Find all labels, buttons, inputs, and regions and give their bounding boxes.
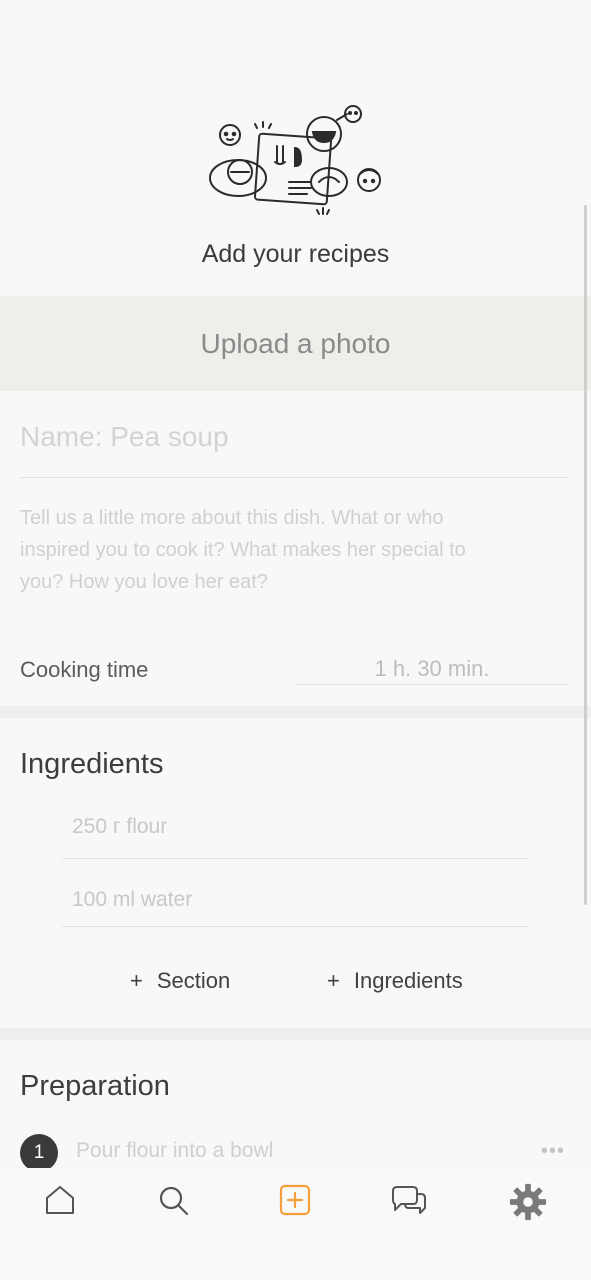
search-icon xyxy=(159,1186,189,1216)
add-ingredients-label: Ingredients xyxy=(353,968,463,993)
upload-photo-button[interactable]: Upload a photo xyxy=(0,296,591,391)
section-divider xyxy=(0,1028,591,1040)
gear-icon xyxy=(509,1183,547,1221)
section-divider xyxy=(0,706,591,718)
plus-icon: + xyxy=(130,968,143,993)
step-number-badge: 1 xyxy=(20,1134,58,1172)
step-more-menu[interactable]: ••• xyxy=(541,1140,565,1163)
ingredient-item[interactable]: 100 ml water xyxy=(72,888,192,912)
add-recipe-icon xyxy=(279,1184,311,1216)
add-ingredients-button[interactable]: + Ingredients xyxy=(327,968,463,994)
ingredient-underline xyxy=(62,858,528,859)
recipe-name-input[interactable]: Name: Pea soup xyxy=(20,421,568,453)
name-underline xyxy=(20,477,568,478)
cooking-time-label: Cooking time xyxy=(20,657,149,682)
step-input[interactable]: Pour flour into a bowl xyxy=(76,1139,273,1163)
description-input[interactable]: Tell us a little more about this dish. W… xyxy=(20,502,490,598)
ingredient-item[interactable]: 250 г flour xyxy=(72,815,167,839)
cooking-time-underline xyxy=(296,684,568,685)
cooking-time-input[interactable]: 1 h. 30 min. xyxy=(296,656,568,682)
chat-icon xyxy=(392,1186,426,1214)
ingredient-underline xyxy=(62,926,528,927)
nav-home[interactable] xyxy=(40,1180,80,1220)
nav-chat[interactable] xyxy=(389,1180,429,1220)
hero-title: Add your recipes xyxy=(201,240,390,268)
ingredients-title: Ingredients xyxy=(20,748,164,780)
home-icon xyxy=(46,1186,74,1214)
nav-settings[interactable] xyxy=(508,1182,548,1222)
preparation-title: Preparation xyxy=(20,1070,170,1102)
nav-search[interactable] xyxy=(153,1180,193,1220)
add-section-button[interactable]: + Section xyxy=(130,968,230,994)
recipe-illustration xyxy=(209,105,381,215)
scrollbar[interactable] xyxy=(584,205,587,905)
nav-add-recipe[interactable] xyxy=(275,1180,315,1220)
add-section-label: Section xyxy=(156,968,231,993)
plus-icon: + xyxy=(327,968,340,993)
